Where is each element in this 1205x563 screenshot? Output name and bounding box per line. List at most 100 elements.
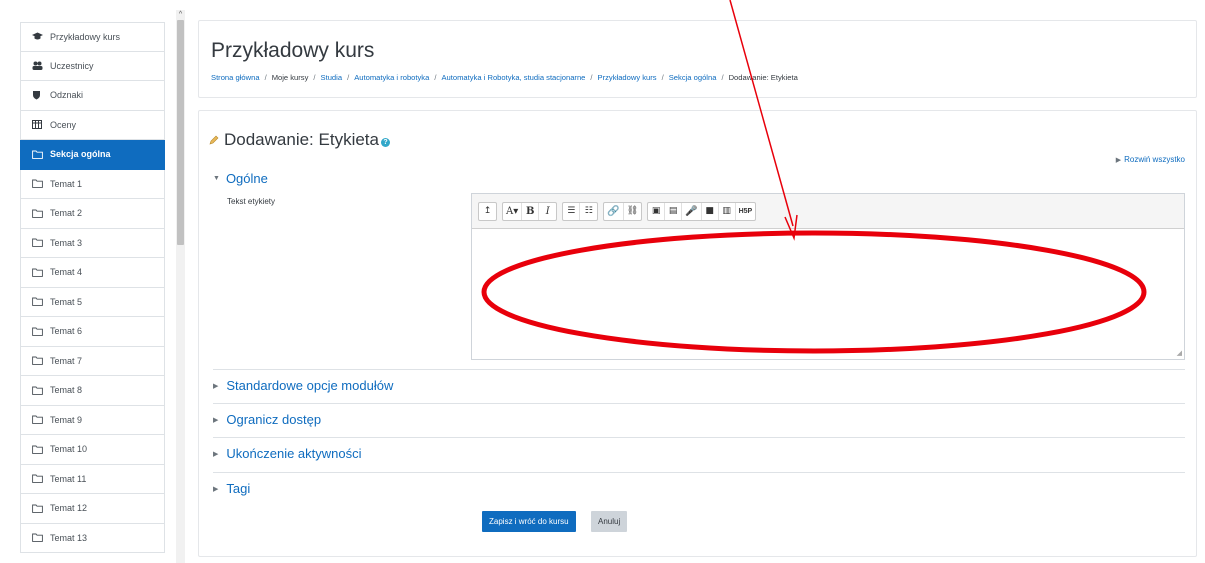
folder-icon [32, 179, 46, 189]
link-icon[interactable]: 🔗 [604, 202, 624, 220]
sidebar-item-odznaki[interactable]: Odznaki [20, 81, 165, 111]
form-title-text: Dodawanie: Etykieta [224, 130, 379, 149]
breadcrumb-item[interactable]: Automatyka i robotyka [354, 73, 429, 82]
breadcrumb-item: Moje kursy [271, 73, 309, 82]
folder-icon [32, 386, 46, 395]
sidebar-item-przykładowy-kurs[interactable]: Przykładowy kurs [20, 22, 165, 52]
breadcrumb-separator: / [721, 73, 724, 82]
section-header-3[interactable]: ▶ Ukończenie aktywności [213, 437, 1185, 469]
folder-icon [32, 356, 46, 366]
sidebar-item-temat-12[interactable]: Temat 12 [20, 494, 165, 524]
folder-icon [32, 474, 46, 484]
section-header-1[interactable]: ▶ Standardowe opcje modułów [213, 369, 1185, 401]
sidebar-item-label: Temat 8 [50, 385, 83, 396]
numbered-list-icon[interactable]: ☷ [580, 203, 597, 220]
sidebar-item-temat-9[interactable]: Temat 9 [20, 405, 165, 435]
h5p-icon[interactable]: H5P [736, 203, 756, 220]
sidebar-item-uczestnicy[interactable]: Uczestnicy [20, 51, 165, 81]
save-and-return-button[interactable]: Zapisz i wróć do kursu [482, 511, 576, 532]
breadcrumb-separator: / [590, 73, 593, 82]
label-text-editor[interactable]: ↥ A▾ B I ☰ ☷ 🔗 ⛓ ▣ ▤ 🎤 ■ ▥ H5P ◢ [471, 193, 1185, 360]
section-label: Ukończenie aktywności [226, 446, 362, 461]
pencil-icon [209, 130, 219, 150]
folder-icon [32, 533, 46, 543]
sidebar-item-temat-11[interactable]: Temat 11 [20, 464, 165, 494]
sidebar-item-label: Temat 1 [50, 178, 83, 189]
caret-right-icon: ▶ [1115, 157, 1122, 164]
unlink-icon[interactable]: ⛓ [624, 203, 641, 220]
toolbar-group: 🔗 ⛓ [603, 201, 643, 221]
sidebar-item-temat-3[interactable]: Temat 3 [20, 228, 165, 258]
manage-files-icon[interactable]: ▥ [719, 202, 736, 220]
course-index-sidebar: Przykładowy kurs Uczestnicy Odznaki Oceny Se… [20, 22, 165, 563]
sidebar-item-temat-13[interactable]: Temat 13 [20, 523, 165, 553]
toolbar-group: ☰ ☷ [562, 201, 599, 221]
sidebar-item-temat-1[interactable]: Temat 1 [20, 169, 165, 199]
toolbar-group: ▣ ▤ 🎤 ■ ▥ H5P [647, 201, 757, 221]
section-general-header[interactable]: ▼ Ogólne [213, 171, 268, 186]
sidebar-item-label: Temat 10 [50, 444, 88, 455]
section-header-2[interactable]: ▶ Ogranicz dostęp [213, 403, 1185, 435]
sidebar-item-label: Temat 11 [50, 473, 87, 484]
breadcrumb-item[interactable]: Strona główna [211, 73, 260, 82]
sidebar-item-temat-7[interactable]: Temat 7 [20, 346, 165, 376]
sidebar-item-oceny[interactable]: Oceny [20, 110, 165, 140]
media-icon[interactable]: ▤ [665, 202, 683, 220]
folder-icon [32, 327, 46, 336]
editor-toolbar: ↥ A▾ B I ☰ ☷ 🔗 ⛓ ▣ ▤ 🎤 ■ ▥ H5P [472, 194, 1184, 229]
section-header-4[interactable]: ▶ Tagi [213, 472, 1185, 504]
breadcrumb-item: Dodawanie: Etykieta [728, 73, 798, 82]
sidebar-item-label: Temat 12 [50, 503, 88, 514]
sidebar-item-temat-2[interactable]: Temat 2 [20, 199, 165, 229]
sidebar-item-temat-6[interactable]: Temat 6 [20, 317, 165, 347]
collapse-toolbar-icon[interactable]: ↥ [479, 203, 496, 220]
expand-all-link[interactable]: ▶ Rozwiń wszystko [1116, 155, 1185, 164]
record-video-icon[interactable]: ■ [702, 202, 719, 220]
shield-icon [32, 90, 46, 100]
breadcrumb-separator: / [661, 73, 664, 82]
sidebar-item-temat-10[interactable]: Temat 10 [20, 435, 165, 465]
sidebar-scrollbar[interactable]: ^ [176, 10, 185, 563]
sidebar-item-label: Temat 9 [50, 414, 83, 425]
sidebar-item-label: Sekcja ogólna [50, 149, 111, 160]
expand-all-label: Rozwiń wszystko [1124, 155, 1185, 164]
folder-icon [32, 415, 46, 425]
users-icon [32, 61, 46, 71]
sidebar-item-label: Temat 5 [50, 296, 83, 307]
resize-handle-icon[interactable]: ◢ [1177, 349, 1182, 357]
record-audio-icon[interactable]: 🎤 [682, 202, 702, 220]
section-general-label: Ogólne [225, 171, 268, 186]
caret-right-icon: ▶ [213, 485, 219, 493]
text-style-icon[interactable]: A▾ [503, 202, 523, 220]
sidebar-item-sekcja-ogólna[interactable]: Sekcja ogólna [20, 140, 165, 170]
bullet-list-icon[interactable]: ☰ [563, 202, 581, 220]
sidebar-item-temat-5[interactable]: Temat 5 [20, 287, 165, 317]
scroll-up-arrow-icon[interactable]: ^ [176, 10, 185, 19]
section-label: Tagi [226, 481, 251, 496]
breadcrumb-separator: / [264, 73, 267, 82]
sidebar-item-label: Uczestnicy [50, 60, 94, 71]
bold-icon[interactable]: B [522, 202, 540, 220]
edit-form: Dodawanie: Etykieta ? ▶ Rozwiń wszystko ▼… [198, 110, 1197, 557]
folder-icon [32, 150, 46, 159]
sidebar-item-temat-4[interactable]: Temat 4 [20, 258, 165, 288]
breadcrumb-item[interactable]: Studia [321, 73, 343, 82]
section-label: Ogranicz dostęp [226, 412, 322, 427]
breadcrumb: Strona główna / Moje kursy / Studia / Automaty… [211, 73, 798, 82]
editor-content-area[interactable] [472, 229, 1184, 359]
table-icon [32, 120, 46, 130]
sidebar-item-label: Przykładowy kurs [50, 31, 121, 42]
image-icon[interactable]: ▣ [648, 202, 666, 220]
italic-icon[interactable]: I [539, 203, 556, 220]
sidebar-item-label: Oceny [50, 119, 77, 130]
sidebar-item-temat-8[interactable]: Temat 8 [20, 376, 165, 406]
breadcrumb-item[interactable]: Automatyka i Robotyka, studia stacjonarn… [441, 73, 585, 82]
scrollbar-thumb[interactable] [177, 20, 184, 245]
breadcrumb-item[interactable]: Sekcja ogólna [669, 73, 717, 82]
caret-right-icon: ▶ [213, 416, 219, 424]
folder-icon [32, 238, 46, 248]
help-icon[interactable]: ? [380, 137, 390, 147]
cancel-button[interactable]: Anuluj [591, 511, 628, 532]
breadcrumb-separator: / [313, 73, 316, 82]
breadcrumb-item[interactable]: Przykładowy kurs [598, 73, 657, 82]
